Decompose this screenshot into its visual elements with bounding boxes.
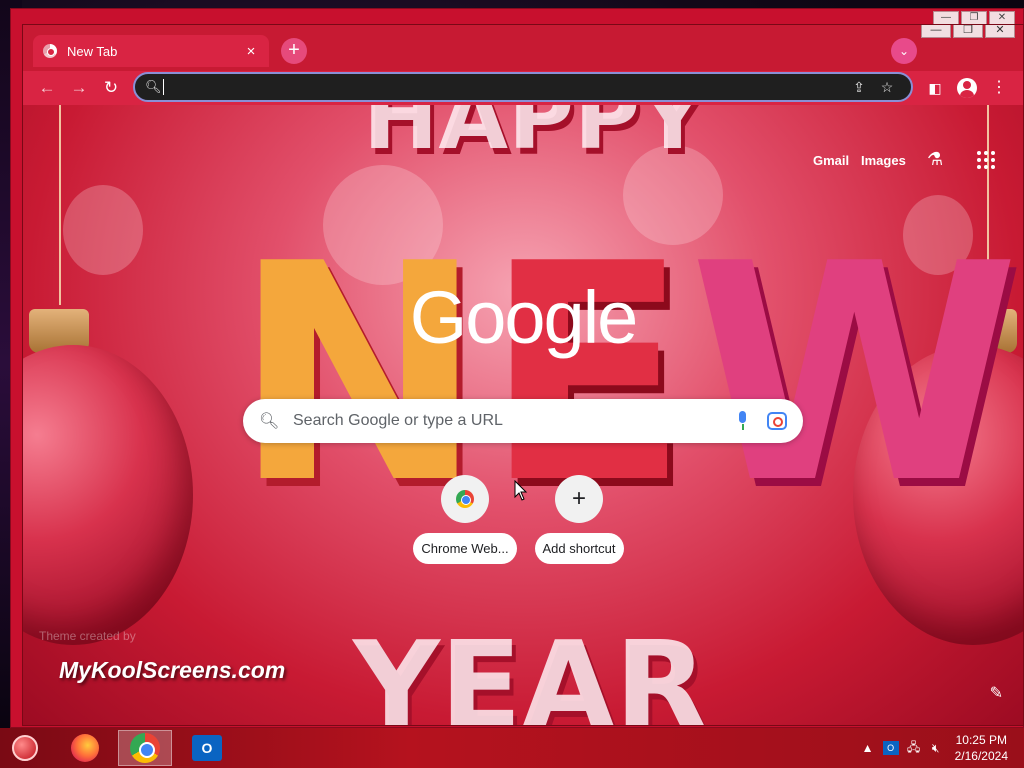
- gmail-link[interactable]: Gmail: [813, 153, 849, 168]
- tab-strip: New Tab × + ⌄: [23, 25, 1023, 71]
- shortcut-icon-circle: +: [555, 475, 603, 523]
- network-icon[interactable]: 🖧︎: [903, 738, 925, 759]
- plus-icon: +: [571, 485, 586, 512]
- reload-icon[interactable]: ↻: [99, 76, 123, 100]
- taskbar-firefox[interactable]: [60, 730, 110, 766]
- address-bar[interactable]: 🔍︎ ⇪ ☆: [133, 72, 913, 102]
- volume-muted-icon[interactable]: 🔇︎: [925, 741, 947, 756]
- tab-title: New Tab: [67, 43, 118, 59]
- voice-search-mic-icon[interactable]: [731, 409, 755, 433]
- outlook-icon: O: [192, 735, 222, 761]
- tab-close-icon[interactable]: ×: [243, 43, 259, 60]
- system-tray: ▲ O 🖧︎ 🔇︎ 10:25 PM 2/16/2024: [857, 728, 1024, 768]
- tray-outlook-icon[interactable]: O: [882, 741, 899, 755]
- chrome-icon: [130, 733, 160, 763]
- shortcut-chrome-web-store[interactable]: Chrome Web...: [413, 475, 517, 564]
- labs-flask-icon[interactable]: ⚗: [927, 149, 943, 170]
- bookmark-star-icon[interactable]: ☆: [873, 79, 901, 96]
- clock-date: 2/16/2024: [954, 749, 1008, 763]
- forward-arrow-icon[interactable]: →: [67, 76, 91, 100]
- ornament-icon: [12, 735, 38, 761]
- background-window-controls: — ❐ ✕: [933, 11, 1015, 25]
- profile-icon: [957, 78, 977, 98]
- show-hidden-icons-chevron-icon[interactable]: ▲: [857, 741, 879, 755]
- left-ornament: [23, 345, 193, 645]
- new-tab-page: HAPPY NEW YEAR Gmail Images ⚗ Google 🔍︎ …: [23, 105, 1023, 726]
- tab-search-button[interactable]: ⌄: [891, 38, 917, 64]
- taskbar-ornament-app[interactable]: [0, 730, 50, 766]
- theme-brand-text: MyKoolScreens.com: [59, 657, 286, 683]
- google-lens-icon[interactable]: [767, 412, 787, 430]
- bg-restore-button[interactable]: ❐: [961, 11, 987, 25]
- bg-close-button[interactable]: ✕: [989, 11, 1015, 25]
- taskbar-outlook[interactable]: O: [182, 730, 232, 766]
- customize-pencil-icon[interactable]: ✎: [990, 683, 1003, 703]
- mouse-cursor-icon: [514, 480, 528, 501]
- chrome-web-store-icon: [456, 490, 474, 508]
- bg-minimize-button[interactable]: —: [933, 11, 959, 25]
- taskbar: O ▲ O 🖧︎ 🔇︎ 10:25 PM 2/16/2024: [0, 728, 1024, 768]
- search-icon: 🔍︎: [259, 413, 280, 430]
- new-letter-w: W: [689, 200, 1020, 549]
- google-apps-icon[interactable]: [977, 151, 995, 169]
- toolbar: ← → ↻ 🔍︎ ⇪ ☆ ◧ ⋮: [23, 71, 1023, 105]
- profile-avatar[interactable]: [955, 76, 979, 100]
- shortcut-label: Chrome Web...: [413, 533, 517, 564]
- shortcut-icon-circle: [441, 475, 489, 523]
- year-text: YEAR: [353, 617, 708, 726]
- clock-time: 10:25 PM: [955, 733, 1007, 747]
- side-panel-icon[interactable]: ◧: [923, 76, 947, 100]
- firefox-icon: [71, 734, 99, 762]
- new-tab-button[interactable]: +: [281, 38, 307, 64]
- menu-kebab-icon[interactable]: ⋮: [987, 76, 1011, 100]
- theme-credit[interactable]: Theme created by: [39, 629, 136, 643]
- back-arrow-icon[interactable]: ←: [35, 76, 59, 100]
- chrome-favicon-icon: [43, 44, 57, 58]
- search-icon: 🔍︎: [145, 79, 162, 94]
- images-link[interactable]: Images: [861, 153, 906, 168]
- minimize-button[interactable]: —: [921, 25, 951, 38]
- address-input[interactable]: [163, 79, 845, 95]
- window-controls: — ❐ ✕: [921, 25, 1015, 38]
- clock[interactable]: 10:25 PM 2/16/2024: [955, 732, 1008, 764]
- happy-text: HAPPY: [363, 105, 706, 170]
- share-icon[interactable]: ⇪: [845, 79, 873, 96]
- restore-button[interactable]: ❐: [953, 25, 983, 38]
- close-window-button[interactable]: ✕: [985, 25, 1015, 38]
- add-shortcut-button[interactable]: + Add shortcut: [527, 475, 631, 564]
- bokeh-light: [63, 185, 143, 275]
- google-logo: Google: [409, 276, 639, 359]
- shortcut-label: Add shortcut: [534, 533, 624, 564]
- ntp-search-box[interactable]: 🔍︎ Search Google or type a URL: [243, 399, 803, 443]
- chrome-window: — ❐ ✕ New Tab × + ⌄ ← → ↻ 🔍︎ ⇪ ☆ ◧ ⋮ HAP…: [22, 24, 1024, 726]
- tab-new-tab[interactable]: New Tab ×: [33, 35, 269, 67]
- taskbar-chrome[interactable]: [118, 730, 172, 766]
- search-placeholder: Search Google or type a URL: [293, 412, 503, 429]
- ornament-string: [59, 105, 61, 305]
